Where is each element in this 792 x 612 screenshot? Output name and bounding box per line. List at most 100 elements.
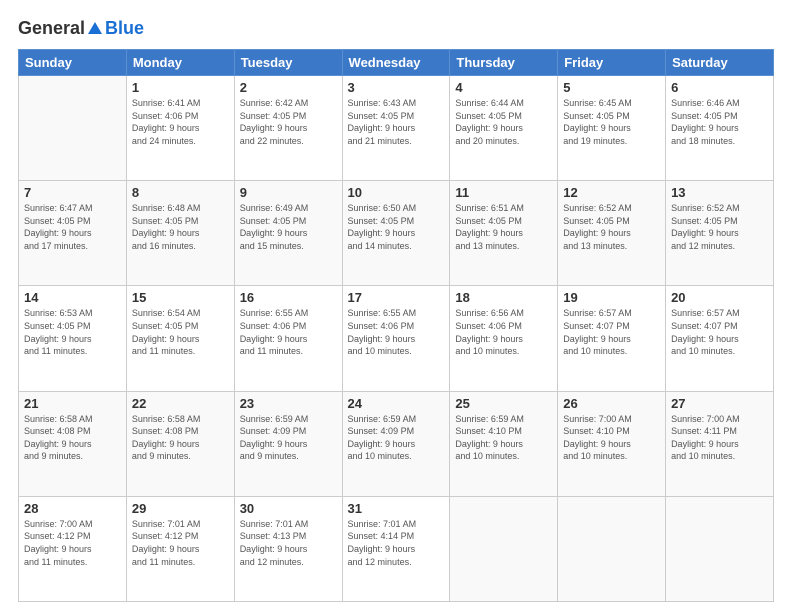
day-info: Sunrise: 6:45 AMSunset: 4:05 PMDaylight:… (563, 97, 660, 147)
day-info: Sunrise: 6:49 AMSunset: 4:05 PMDaylight:… (240, 202, 337, 252)
day-info: Sunrise: 6:58 AMSunset: 4:08 PMDaylight:… (132, 413, 229, 463)
day-info: Sunrise: 6:59 AMSunset: 4:09 PMDaylight:… (348, 413, 445, 463)
calendar-cell: 5 Sunrise: 6:45 AMSunset: 4:05 PMDaylight… (558, 76, 666, 181)
day-info: Sunrise: 6:53 AMSunset: 4:05 PMDaylight:… (24, 307, 121, 357)
day-number: 19 (563, 290, 660, 305)
day-number: 13 (671, 185, 768, 200)
calendar-week-row: 28Sunrise: 7:00 AMSunset: 4:12 PMDayligh… (19, 496, 774, 601)
day-info: Sunrise: 6:55 AMSunset: 4:06 PMDaylight:… (348, 307, 445, 357)
calendar-cell: 4 Sunrise: 6:44 AMSunset: 4:05 PMDaylight… (450, 76, 558, 181)
weekday-header-saturday: Saturday (666, 50, 774, 76)
day-number: 20 (671, 290, 768, 305)
day-number: 30 (240, 501, 337, 516)
day-info: Sunrise: 6:57 AMSunset: 4:07 PMDaylight:… (563, 307, 660, 357)
day-number: 5 (563, 80, 660, 95)
calendar-cell: 11 Sunrise: 6:51 AMSunset: 4:05 PMDayligh… (450, 181, 558, 286)
calendar-cell (558, 496, 666, 601)
calendar-cell: 7 Sunrise: 6:47 AMSunset: 4:05 PMDaylight… (19, 181, 127, 286)
header: General Blue (18, 18, 774, 39)
calendar-cell: 16Sunrise: 6:55 AMSunset: 4:06 PMDayligh… (234, 286, 342, 391)
calendar-cell (666, 496, 774, 601)
day-number: 29 (132, 501, 229, 516)
calendar-cell: 22 Sunrise: 6:58 AMSunset: 4:08 PMDayligh… (126, 391, 234, 496)
calendar-cell: 26 Sunrise: 7:00 AMSunset: 4:10 PMDayligh… (558, 391, 666, 496)
calendar-cell: 6Sunrise: 6:46 AMSunset: 4:05 PMDaylight… (666, 76, 774, 181)
calendar-cell: 30 Sunrise: 7:01 AMSunset: 4:13 PMDayligh… (234, 496, 342, 601)
day-number: 7 (24, 185, 121, 200)
weekday-header-monday: Monday (126, 50, 234, 76)
day-number: 2 (240, 80, 337, 95)
day-number: 22 (132, 396, 229, 411)
calendar-cell: 27 Sunrise: 7:00 AMSunset: 4:11 PMDayligh… (666, 391, 774, 496)
day-number: 12 (563, 185, 660, 200)
day-number: 28 (24, 501, 121, 516)
calendar-week-row: 14 Sunrise: 6:53 AMSunset: 4:05 PMDayligh… (19, 286, 774, 391)
day-info: Sunrise: 7:01 AMSunset: 4:12 PMDaylight:… (132, 518, 229, 568)
day-number: 3 (348, 80, 445, 95)
day-info: Sunrise: 6:46 AMSunset: 4:05 PMDaylight:… (671, 97, 768, 147)
calendar-cell: 14 Sunrise: 6:53 AMSunset: 4:05 PMDayligh… (19, 286, 127, 391)
calendar-week-row: 1 Sunrise: 6:41 AMSunset: 4:06 PMDaylight… (19, 76, 774, 181)
day-number: 11 (455, 185, 552, 200)
day-number: 4 (455, 80, 552, 95)
logo-general: General (18, 18, 85, 39)
weekday-header-tuesday: Tuesday (234, 50, 342, 76)
day-info: Sunrise: 6:47 AMSunset: 4:05 PMDaylight:… (24, 202, 121, 252)
calendar-cell (19, 76, 127, 181)
day-info: Sunrise: 6:48 AMSunset: 4:05 PMDaylight:… (132, 202, 229, 252)
day-info: Sunrise: 6:44 AMSunset: 4:05 PMDaylight:… (455, 97, 552, 147)
calendar-cell: 9Sunrise: 6:49 AMSunset: 4:05 PMDaylight… (234, 181, 342, 286)
day-info: Sunrise: 6:51 AMSunset: 4:05 PMDaylight:… (455, 202, 552, 252)
weekday-header-friday: Friday (558, 50, 666, 76)
calendar-cell: 15 Sunrise: 6:54 AMSunset: 4:05 PMDayligh… (126, 286, 234, 391)
day-info: Sunrise: 6:43 AMSunset: 4:05 PMDaylight:… (348, 97, 445, 147)
day-number: 31 (348, 501, 445, 516)
weekday-header-row: SundayMondayTuesdayWednesdayThursdayFrid… (19, 50, 774, 76)
day-info: Sunrise: 6:54 AMSunset: 4:05 PMDaylight:… (132, 307, 229, 357)
day-number: 16 (240, 290, 337, 305)
day-number: 26 (563, 396, 660, 411)
calendar-cell: 18 Sunrise: 6:56 AMSunset: 4:06 PMDayligh… (450, 286, 558, 391)
day-info: Sunrise: 6:52 AMSunset: 4:05 PMDaylight:… (563, 202, 660, 252)
calendar-cell: 3 Sunrise: 6:43 AMSunset: 4:05 PMDaylight… (342, 76, 450, 181)
day-number: 18 (455, 290, 552, 305)
calendar-cell: 17Sunrise: 6:55 AMSunset: 4:06 PMDayligh… (342, 286, 450, 391)
day-info: Sunrise: 6:59 AMSunset: 4:09 PMDaylight:… (240, 413, 337, 463)
logo-blue: Blue (105, 18, 144, 39)
calendar-cell: 24 Sunrise: 6:59 AMSunset: 4:09 PMDayligh… (342, 391, 450, 496)
day-info: Sunrise: 6:42 AMSunset: 4:05 PMDaylight:… (240, 97, 337, 147)
calendar-cell: 20Sunrise: 6:57 AMSunset: 4:07 PMDayligh… (666, 286, 774, 391)
day-number: 15 (132, 290, 229, 305)
day-info: Sunrise: 6:50 AMSunset: 4:05 PMDaylight:… (348, 202, 445, 252)
day-number: 25 (455, 396, 552, 411)
calendar-cell: 29 Sunrise: 7:01 AMSunset: 4:12 PMDayligh… (126, 496, 234, 601)
day-info: Sunrise: 7:00 AMSunset: 4:10 PMDaylight:… (563, 413, 660, 463)
day-number: 8 (132, 185, 229, 200)
day-number: 10 (348, 185, 445, 200)
day-info: Sunrise: 6:58 AMSunset: 4:08 PMDaylight:… (24, 413, 121, 463)
calendar-cell: 21 Sunrise: 6:58 AMSunset: 4:08 PMDayligh… (19, 391, 127, 496)
calendar-cell: 19 Sunrise: 6:57 AMSunset: 4:07 PMDayligh… (558, 286, 666, 391)
day-info: Sunrise: 6:52 AMSunset: 4:05 PMDaylight:… (671, 202, 768, 252)
day-number: 24 (348, 396, 445, 411)
logo: General Blue (18, 18, 144, 39)
calendar-cell: 23Sunrise: 6:59 AMSunset: 4:09 PMDayligh… (234, 391, 342, 496)
day-info: Sunrise: 7:01 AMSunset: 4:13 PMDaylight:… (240, 518, 337, 568)
calendar-cell: 28Sunrise: 7:00 AMSunset: 4:12 PMDayligh… (19, 496, 127, 601)
day-number: 14 (24, 290, 121, 305)
day-info: Sunrise: 6:41 AMSunset: 4:06 PMDaylight:… (132, 97, 229, 147)
calendar-cell: 10 Sunrise: 6:50 AMSunset: 4:05 PMDayligh… (342, 181, 450, 286)
day-info: Sunrise: 6:59 AMSunset: 4:10 PMDaylight:… (455, 413, 552, 463)
calendar-cell: 31Sunrise: 7:01 AMSunset: 4:14 PMDayligh… (342, 496, 450, 601)
calendar-cell: 2 Sunrise: 6:42 AMSunset: 4:05 PMDaylight… (234, 76, 342, 181)
weekday-header-wednesday: Wednesday (342, 50, 450, 76)
calendar-cell (450, 496, 558, 601)
day-info: Sunrise: 6:56 AMSunset: 4:06 PMDaylight:… (455, 307, 552, 357)
day-number: 1 (132, 80, 229, 95)
day-number: 21 (24, 396, 121, 411)
calendar-cell: 1 Sunrise: 6:41 AMSunset: 4:06 PMDaylight… (126, 76, 234, 181)
day-number: 27 (671, 396, 768, 411)
calendar-cell: 12 Sunrise: 6:52 AMSunset: 4:05 PMDayligh… (558, 181, 666, 286)
page: General Blue SundayMondayTuesdayWednesda… (0, 0, 792, 612)
day-info: Sunrise: 7:00 AMSunset: 4:11 PMDaylight:… (671, 413, 768, 463)
